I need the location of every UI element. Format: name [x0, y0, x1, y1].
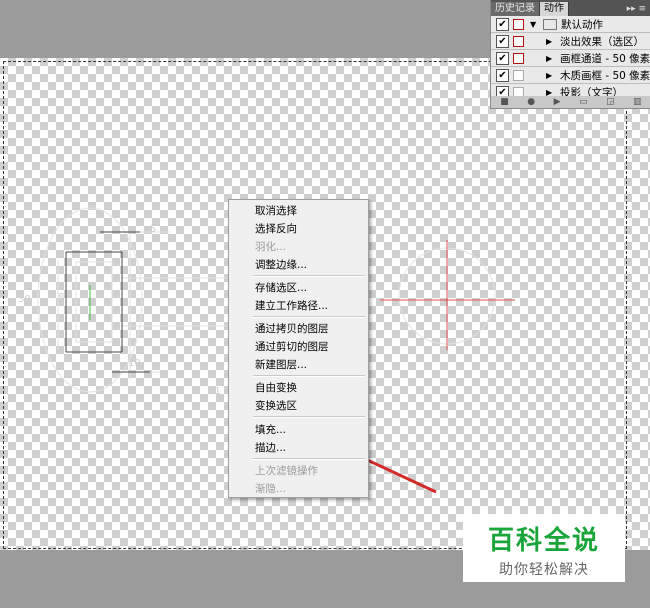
dialog-toggle-icon[interactable] — [513, 69, 524, 81]
panel-tab-bar: 历史记录 动作 ▸▸ ≡ — [491, 0, 650, 16]
drawing-rect-inner — [75, 261, 113, 343]
dim-label-1: 5 — [150, 224, 156, 235]
menu-separator — [253, 458, 365, 460]
drawing-rect-outer — [65, 251, 123, 353]
action-label: 淡出效果（选区） — [560, 35, 644, 48]
folder-icon — [543, 18, 557, 30]
watermark-subtitle: 助你轻松解决 — [499, 562, 589, 578]
expand-right-icon[interactable]: ▶ — [546, 54, 556, 63]
tab-history[interactable]: 历史记录 — [491, 2, 540, 16]
menu-separator — [253, 275, 365, 277]
action-set-label: 默认动作 — [561, 18, 603, 31]
dim-label-3: 8 — [58, 292, 64, 303]
watermark: 百科全说 助你轻松解决 — [463, 514, 625, 582]
expand-right-icon[interactable]: ▶ — [546, 71, 556, 80]
menu-item-layer-via-copy[interactable]: 通过拷贝的图层 — [255, 321, 329, 336]
dim-label-2: 30 — [18, 294, 31, 305]
dialog-toggle-icon[interactable] — [513, 18, 524, 30]
dim-label-5: 41 — [208, 386, 221, 397]
expand-right-icon[interactable]: ▶ — [546, 37, 556, 46]
menu-item-fill[interactable]: 填充... — [255, 422, 286, 437]
dim-label-4: 10 — [128, 358, 141, 369]
expand-down-icon[interactable]: ▼ — [530, 20, 540, 29]
new-set-icon[interactable]: ▭ — [579, 97, 588, 107]
dialog-toggle-icon[interactable] — [513, 35, 524, 47]
panel-footer: ■ ● ▶ ▭ ◲ ▥ — [491, 96, 650, 108]
menu-item-refine-edge[interactable]: 调整边缘... — [255, 257, 307, 272]
action-label: 木质画框 - 50 像素 — [560, 69, 650, 82]
menu-item-select-inverse[interactable]: 选择反向 — [255, 221, 297, 236]
toggle-checkbox[interactable]: ✔ — [496, 68, 509, 82]
menu-item-free-transform[interactable]: 自由变换 — [255, 380, 297, 395]
stop-icon[interactable]: ■ — [500, 97, 509, 107]
action-row[interactable]: ✔ ▶ 木质画框 - 50 像素 — [491, 67, 650, 84]
menu-item-layer-via-cut[interactable]: 通过剪切的图层 — [255, 339, 329, 354]
action-set-row[interactable]: ✔ ▼ 默认动作 — [491, 16, 650, 33]
action-row[interactable]: ✔ ▶ 淡出效果（选区） — [491, 33, 650, 50]
toggle-checkbox[interactable]: ✔ — [496, 34, 509, 48]
action-row[interactable]: ✔ ▶ 画框通道 - 50 像素 — [491, 50, 650, 67]
panel-menu-icon[interactable]: ▸▸ ≡ — [627, 2, 650, 16]
menu-item-last-filter: 上次滤镜操作 — [255, 465, 318, 477]
menu-separator — [253, 375, 365, 377]
dialog-toggle-icon[interactable] — [513, 52, 524, 64]
menu-separator — [253, 316, 365, 318]
record-icon[interactable]: ● — [527, 97, 535, 107]
action-label: 画框通道 - 50 像素 — [560, 52, 650, 65]
play-icon[interactable]: ▶ — [554, 97, 561, 107]
toggle-checkbox[interactable]: ✔ — [496, 51, 509, 65]
menu-separator — [253, 416, 365, 418]
menu-item-fade: 渐隐... — [255, 483, 287, 495]
trash-icon[interactable]: ▥ — [633, 97, 642, 107]
menu-item-deselect[interactable]: 取消选择 — [255, 203, 297, 218]
drawing-shaft — [121, 277, 233, 327]
menu-item-save-selection[interactable]: 存储选区... — [255, 280, 307, 295]
watermark-title: 百科全说 — [487, 526, 600, 556]
menu-item-transform-selection[interactable]: 变换选区 — [255, 398, 297, 413]
tab-actions[interactable]: 动作 — [540, 2, 569, 16]
actions-panel: 历史记录 动作 ▸▸ ≡ ✔ ▼ 默认动作 ✔ ▶ 淡出效果（选区） ✔ ▶ 画… — [490, 0, 650, 109]
menu-item-new-layer[interactable]: 新建图层... — [255, 357, 307, 372]
menu-item-stroke[interactable]: 描边... — [255, 440, 286, 455]
menu-item-feather: 羽化... — [255, 241, 287, 253]
context-menu: 取消选择 选择反向 羽化... 调整边缘... 存储选区... 建立工作路径..… — [228, 199, 369, 498]
menu-item-make-work-path[interactable]: 建立工作路径... — [255, 298, 328, 313]
toggle-checkbox[interactable]: ✔ — [496, 17, 509, 31]
new-action-icon[interactable]: ◲ — [606, 97, 615, 107]
